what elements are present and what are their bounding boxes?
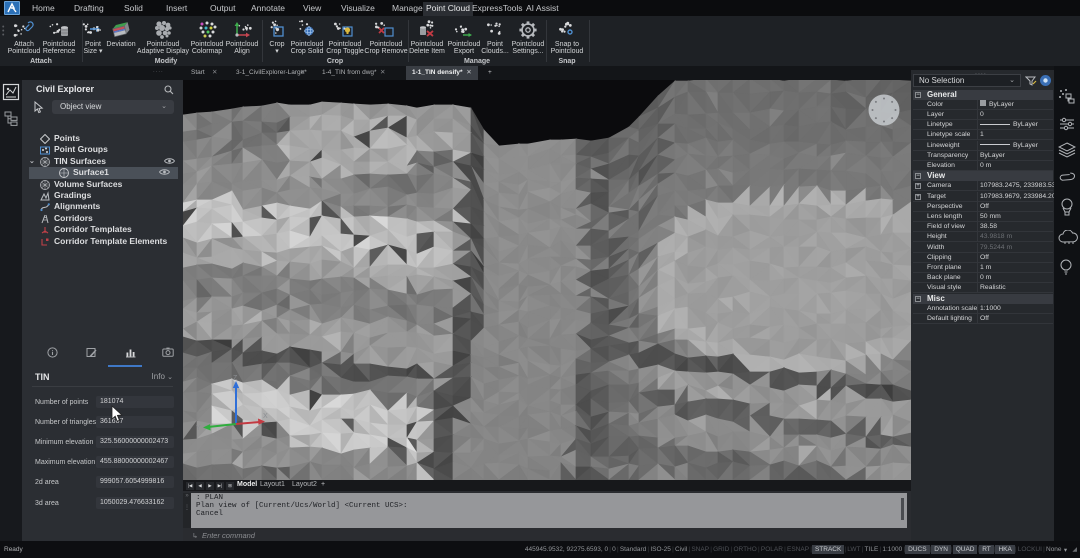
svg-text:Z: Z	[233, 375, 238, 382]
svg-text:X: X	[263, 413, 268, 420]
svg-text:Y: Y	[196, 425, 201, 432]
